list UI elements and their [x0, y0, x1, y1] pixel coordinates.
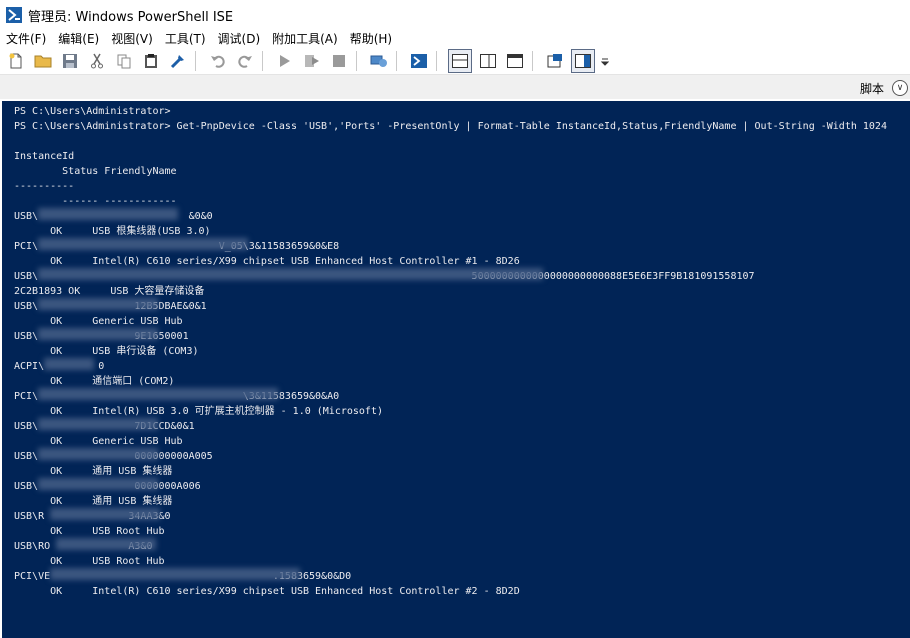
redaction-blur [44, 358, 94, 370]
title-bar: 管理员: Windows PowerShell ISE [0, 0, 910, 30]
toolbar-separator [436, 51, 437, 71]
menu-file[interactable]: 文件(F) [0, 30, 52, 48]
redaction-blur [38, 328, 158, 340]
console-line: OK USB 串行设备 (COM3) [14, 346, 199, 357]
paste-icon[interactable] [140, 50, 162, 72]
redaction-blur [38, 448, 158, 460]
console-line: OK 通信端口 (COM2) [14, 376, 175, 387]
menu-view[interactable]: 视图(V) [105, 30, 159, 48]
console-output: PS C:\Users\Administrator> PS C:\Users\A… [2, 101, 910, 599]
redaction-blur [38, 298, 158, 310]
console-line: OK 通用 USB 集线器 [14, 466, 173, 477]
console-line: OK USB Root Hub [14, 556, 165, 567]
console-line: ---------- [14, 181, 75, 192]
run-script-icon[interactable] [274, 50, 296, 72]
redaction-blur [38, 208, 178, 220]
new-file-icon[interactable] [5, 50, 27, 72]
toolbar-separator [262, 51, 263, 71]
console-line: 2C2B1893 OK USB 大容量存储设备 [14, 286, 205, 297]
console-line: OK Generic USB Hub [14, 436, 183, 447]
console-line: InstanceId [14, 151, 75, 162]
open-file-icon[interactable] [32, 50, 54, 72]
redaction-blur [50, 568, 300, 580]
console-line: PS C:\Users\Administrator> Get-PnpDevice… [14, 121, 887, 132]
console-line: Status FriendlyName [14, 166, 177, 177]
console-line: ------ ------------ [14, 196, 177, 207]
console-line: OK Intel(R) USB 3.0 可扩展主机控制器 - 1.0 (Micr… [14, 406, 383, 417]
show-command-icon[interactable] [544, 50, 566, 72]
clear-icon[interactable] [167, 50, 189, 72]
layout-top-icon[interactable] [448, 49, 472, 73]
console-line: OK USB 根集线器(USB 3.0) [14, 226, 211, 237]
toolbar-separator [195, 51, 196, 71]
console-pane[interactable]: PS C:\Users\Administrator> PS C:\Users\A… [2, 101, 910, 638]
redaction-blur [50, 508, 160, 520]
redaction-blur [38, 268, 543, 280]
layout-maximized-icon[interactable] [504, 50, 526, 72]
console-line: OK Intel(R) C610 series/X99 chipset USB … [14, 256, 520, 267]
console-line: OK USB Root Hub [14, 526, 165, 537]
toolbar [0, 48, 910, 75]
undo-icon[interactable] [207, 50, 229, 72]
toolbar-separator [532, 51, 533, 71]
stop-icon[interactable] [328, 50, 350, 72]
redaction-blur [38, 388, 278, 400]
console-line: OK Generic USB Hub [14, 316, 183, 327]
remote-tab-icon[interactable] [368, 50, 390, 72]
menu-help[interactable]: 帮助(H) [344, 30, 398, 48]
toolbar-separator [356, 51, 357, 71]
script-label[interactable]: 脚本 [860, 80, 884, 97]
console-line: PS C:\Users\Administrator> [14, 106, 171, 117]
save-icon[interactable] [59, 50, 81, 72]
console-line: OK Intel(R) C610 series/X99 chipset USB … [14, 586, 520, 597]
show-addon-icon[interactable] [571, 49, 595, 73]
redaction-blur [38, 238, 248, 250]
copy-icon[interactable] [113, 50, 135, 72]
script-pane-bar: 脚本 ∨ [0, 75, 910, 99]
more-icon[interactable] [600, 50, 610, 72]
menu-addons[interactable]: 附加工具(A) [266, 30, 344, 48]
powershell-ise-icon [6, 7, 22, 23]
powershell-console-icon[interactable] [408, 50, 430, 72]
menu-edit[interactable]: 编辑(E) [52, 30, 105, 48]
run-selection-icon[interactable] [301, 50, 323, 72]
cut-icon[interactable] [86, 50, 108, 72]
redaction-blur [56, 538, 156, 550]
window-title: 管理员: Windows PowerShell ISE [28, 9, 234, 25]
console-line: OK 通用 USB 集线器 [14, 496, 173, 507]
menu-debug[interactable]: 调试(D) [212, 30, 267, 48]
redaction-blur [38, 418, 158, 430]
menu-bar: 文件(F) 编辑(E) 视图(V) 工具(T) 调试(D) 附加工具(A) 帮助… [0, 30, 910, 48]
layout-right-icon[interactable] [477, 50, 499, 72]
redo-icon[interactable] [234, 50, 256, 72]
redaction-blur [38, 478, 158, 490]
chevron-down-icon[interactable]: ∨ [892, 80, 908, 96]
menu-tools[interactable]: 工具(T) [159, 30, 212, 48]
toolbar-separator [396, 51, 397, 71]
